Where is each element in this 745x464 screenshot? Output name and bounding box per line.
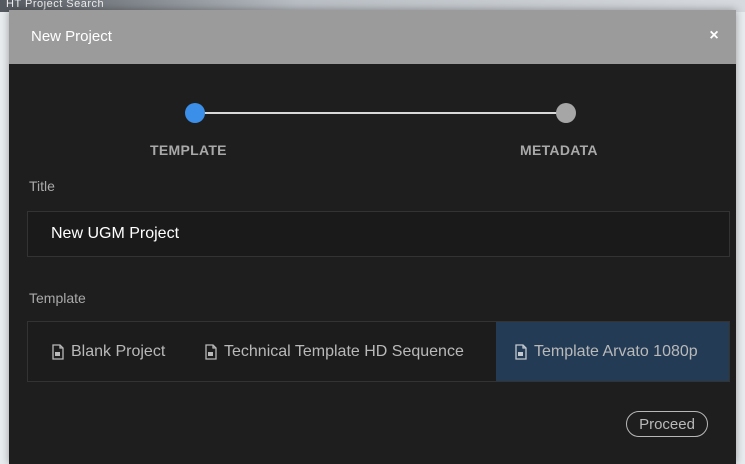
dialog-header: New Project × xyxy=(9,10,736,64)
template-option-label: Template Arvato 1080p xyxy=(534,342,698,360)
step-dot-template[interactable] xyxy=(185,103,205,123)
document-icon xyxy=(515,343,527,360)
template-option-label: Blank Project xyxy=(71,342,166,360)
dialog-title: New Project xyxy=(31,28,112,45)
title-input[interactable] xyxy=(27,211,730,257)
stepper-line xyxy=(203,112,565,114)
template-option-blank-project[interactable]: Blank Project xyxy=(28,322,165,381)
document-icon xyxy=(205,343,217,360)
template-label: Template xyxy=(29,290,86,306)
close-button[interactable]: × xyxy=(702,24,726,48)
title-label: Title xyxy=(29,178,55,194)
backdrop-text: HT Project Search xyxy=(6,0,105,10)
document-icon xyxy=(52,343,64,360)
template-option-technical-hd[interactable]: Technical Template HD Sequence xyxy=(203,322,464,381)
template-option-label: Technical Template HD Sequence xyxy=(224,342,464,360)
step-label-metadata: METADATA xyxy=(520,142,598,158)
step-dot-metadata[interactable] xyxy=(556,103,576,123)
template-selector: Blank Project Technical Template HD Sequ… xyxy=(27,321,730,382)
step-label-template: TEMPLATE xyxy=(150,142,227,158)
template-option-arvato-1080p[interactable]: Template Arvato 1080p xyxy=(496,322,729,381)
close-icon: × xyxy=(709,27,719,44)
new-project-dialog: New Project × TEMPLATE METADATA Title Te… xyxy=(9,10,736,464)
proceed-button[interactable]: Proceed xyxy=(626,411,708,437)
